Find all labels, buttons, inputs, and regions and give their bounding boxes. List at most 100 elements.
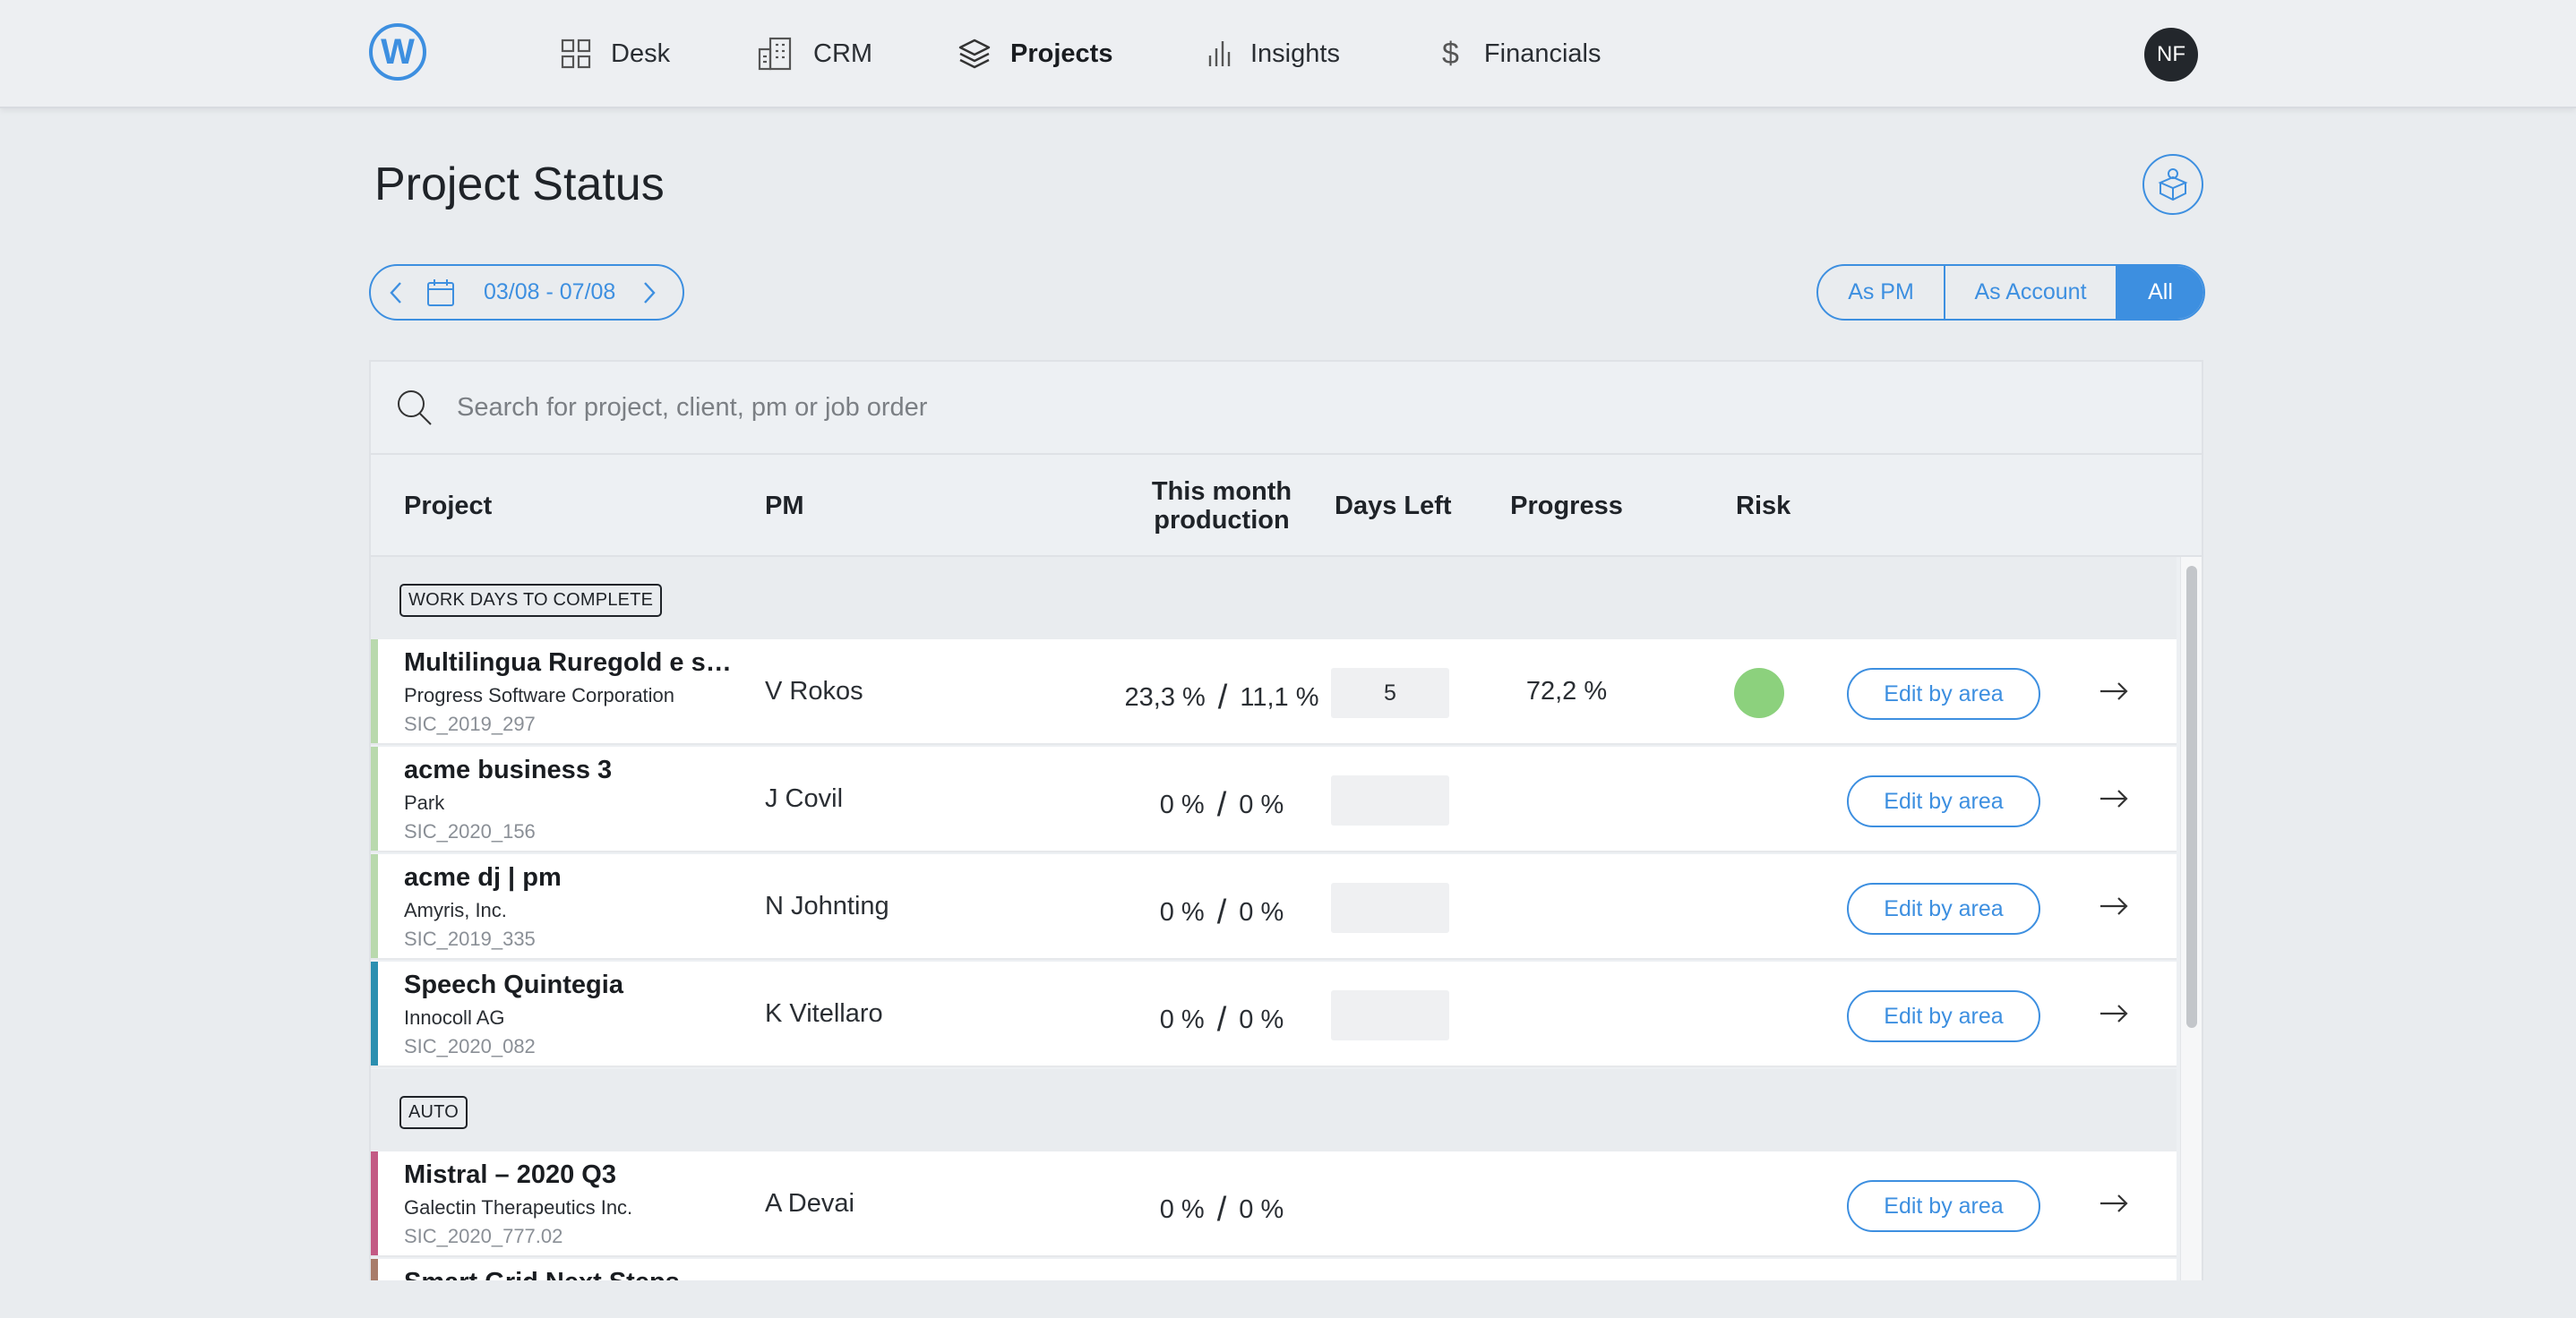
table-row[interactable]: acme business 3 Park SIC_2020_156 J Covi… [371, 747, 2177, 852]
search-input[interactable] [457, 392, 1979, 423]
filter-all[interactable]: All [2116, 266, 2203, 319]
project-table: Project PM This month production Days Le… [369, 360, 2203, 1318]
export-button[interactable] [2142, 154, 2203, 215]
group-header: WORK DAYS TO COMPLETE [371, 557, 2177, 639]
column-progress[interactable]: Progress [1490, 455, 1643, 557]
arrow-right-icon[interactable] [2098, 997, 2130, 1030]
production-actual: 0 % [1159, 898, 1205, 927]
search-icon [398, 390, 432, 425]
top-navigation-bar: W Desk CRM Projects Insights $ Financial… [0, 0, 2576, 108]
column-risk[interactable]: Risk [1736, 455, 1790, 557]
risk-indicator [1734, 668, 1784, 718]
edit-by-area-button[interactable]: Edit by area [1847, 1180, 2040, 1232]
table-row[interactable]: Mistral – 2020 Q3 Galectin Therapeutics … [371, 1151, 2177, 1257]
production-actual: 0 % [1159, 1195, 1205, 1224]
app-logo[interactable]: W [369, 23, 426, 81]
job-code: SIC_2020_082 [404, 1035, 536, 1057]
job-code: SIC_2020_777.02 [404, 1225, 563, 1247]
edit-by-area-button[interactable]: Edit by area [1847, 775, 2040, 827]
status-color-bar [371, 1151, 378, 1255]
arrow-right-icon[interactable] [2098, 783, 2130, 815]
nav-desk[interactable]: Desk [561, 0, 670, 107]
user-avatar[interactable]: NF [2144, 28, 2198, 81]
status-color-bar [371, 962, 378, 1066]
nav-crm[interactable]: CRM [758, 0, 872, 107]
group-tag: WORK DAYS TO COMPLETE [399, 584, 663, 617]
nav-financials[interactable]: $ Financials [1442, 0, 1601, 107]
table-row[interactable]: Speech Quintegia Innocoll AG SIC_2020_08… [371, 962, 2177, 1067]
layers-icon [958, 39, 991, 69]
production-planned: 11,1 % [1240, 683, 1319, 712]
calendar-icon[interactable] [426, 278, 455, 307]
nav-crm-label: CRM [813, 39, 873, 68]
bottom-fade [0, 1280, 2576, 1318]
production-actual: 23,3 % [1124, 683, 1206, 712]
arrow-right-icon[interactable] [2098, 1187, 2130, 1220]
search-bar [371, 362, 2202, 455]
edit-by-area-button[interactable]: Edit by area [1847, 883, 2040, 935]
column-production-line1: This month [1151, 477, 1292, 506]
column-production-line2: production [1154, 506, 1290, 535]
pm-name: K Vitellaro [765, 999, 883, 1028]
progress-value: 72,2 % [1525, 677, 1608, 706]
client-name: Amyris, Inc. [404, 899, 507, 921]
job-code: SIC_2019_297 [404, 713, 536, 735]
job-code: SIC_2020_156 [404, 820, 536, 843]
client-name: Galectin Therapeutics Inc. [404, 1196, 633, 1219]
days-left-field[interactable] [1331, 775, 1449, 826]
page-title: Project Status [374, 158, 665, 210]
column-pm[interactable]: PM [765, 455, 804, 557]
project-name: acme business 3 [404, 756, 613, 784]
edit-by-area-button[interactable]: Edit by area [1847, 990, 2040, 1042]
nav-projects-label: Projects [1010, 39, 1113, 68]
client-name: Innocoll AG [404, 1006, 505, 1029]
production-actual: 0 % [1159, 1006, 1205, 1034]
date-range-picker: 03/08 - 07/08 [369, 264, 684, 321]
table-header: Project PM This month production Days Le… [371, 455, 2202, 557]
pm-name: V Rokos [765, 677, 863, 706]
scrollbar-thumb[interactable] [2186, 566, 2197, 1028]
status-color-bar [371, 639, 378, 743]
group-tag: AUTO [399, 1096, 468, 1129]
pm-name: J Covil [765, 784, 844, 813]
filter-as-account[interactable]: As Account [1944, 266, 2116, 319]
dollar-icon: $ [1442, 36, 1459, 71]
job-code: SIC_2019_335 [404, 928, 536, 950]
column-project[interactable]: Project [404, 455, 492, 557]
grid-icon [561, 39, 591, 69]
building-icon [758, 37, 792, 71]
bar-chart-icon [1208, 41, 1231, 66]
date-range-label[interactable]: 03/08 - 07/08 [484, 279, 615, 305]
table-row[interactable]: acme dj | pm Amyris, Inc. SIC_2019_335 N… [371, 854, 2177, 960]
days-left-field[interactable] [1331, 883, 1449, 933]
edit-by-area-button[interactable]: Edit by area [1847, 668, 2040, 720]
nav-financials-label: Financials [1483, 39, 1601, 68]
arrow-right-icon[interactable] [2098, 890, 2130, 922]
production-actual: 0 % [1159, 791, 1205, 819]
table-scrollbar[interactable] [2180, 557, 2202, 1318]
status-color-bar [371, 854, 378, 958]
nav-insights[interactable]: Insights [1207, 0, 1340, 107]
arrow-right-icon[interactable] [2098, 675, 2130, 707]
chevron-right-icon[interactable] [642, 281, 657, 304]
client-name: Park [404, 792, 445, 814]
client-name: Progress Software Corporation [404, 684, 675, 706]
pm-name: A Devai [765, 1189, 854, 1218]
production-values: 0 %/0 % [1159, 1191, 1284, 1228]
nav-desk-label: Desk [611, 39, 671, 68]
production-planned: 0 % [1239, 791, 1284, 819]
filter-as-pm[interactable]: As PM [1818, 266, 1944, 319]
group-header: AUTO [371, 1069, 2177, 1151]
project-name: Multilingua Ruregold e su... [404, 648, 735, 677]
table-row[interactable]: Multilingua Ruregold e su... Progress So… [371, 639, 2177, 745]
days-left-field[interactable]: 5 [1331, 668, 1449, 718]
column-days-left[interactable]: Days Left [1335, 455, 1452, 557]
chevron-left-icon[interactable] [389, 281, 403, 304]
view-filter-toggle: As PM As Account All [1816, 264, 2205, 321]
days-left-field[interactable] [1331, 990, 1449, 1040]
project-name: Mistral – 2020 Q3 [404, 1160, 616, 1189]
box-person-icon [2158, 168, 2188, 201]
nav-insights-label: Insights [1250, 39, 1340, 68]
project-name: acme dj | pm [404, 863, 562, 892]
nav-projects[interactable]: Projects [958, 0, 1112, 107]
